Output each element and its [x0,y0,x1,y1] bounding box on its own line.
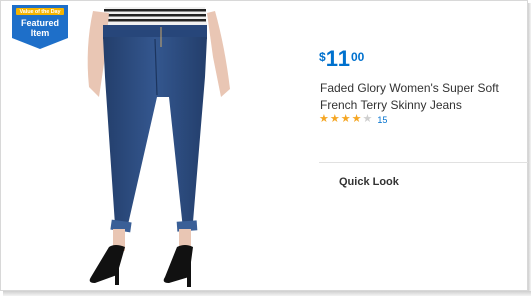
product-card[interactable]: Value of the Day Featured Item $1100 Fad… [0,0,529,291]
divider [319,162,529,163]
star-filled-icon: ★ [351,113,362,125]
card-shadow-bottom [3,291,531,296]
quick-look-button[interactable]: Quick Look [339,176,399,188]
badge-line-1: Featured [20,18,59,28]
jeans-product-photo-icon [87,7,230,287]
star-filled-icon: ★ [319,113,329,125]
badge-line-2: Item [30,28,50,38]
product-price: $1100 [319,46,364,72]
star-filled-icon: ★ [340,113,351,125]
price-whole: 11 [325,46,351,71]
star-filled-icon: ★ [329,113,340,125]
price-currency: $ [319,50,326,64]
featured-item-badge: Value of the Day Featured Item [12,5,68,49]
product-image[interactable] [65,7,253,291]
star-rating[interactable]: ★ ★ ★ ★ ★ 15 [319,114,387,125]
badge-small-label: Value of the Day [19,9,61,15]
badge-main-label: Featured Item [12,18,68,38]
price-cents: 00 [350,50,365,64]
star-empty-icon: ★ [362,113,373,125]
review-count-link[interactable]: 15 [377,115,387,125]
product-title-link[interactable]: Faded Glory Women's Super Soft French Te… [320,80,520,114]
